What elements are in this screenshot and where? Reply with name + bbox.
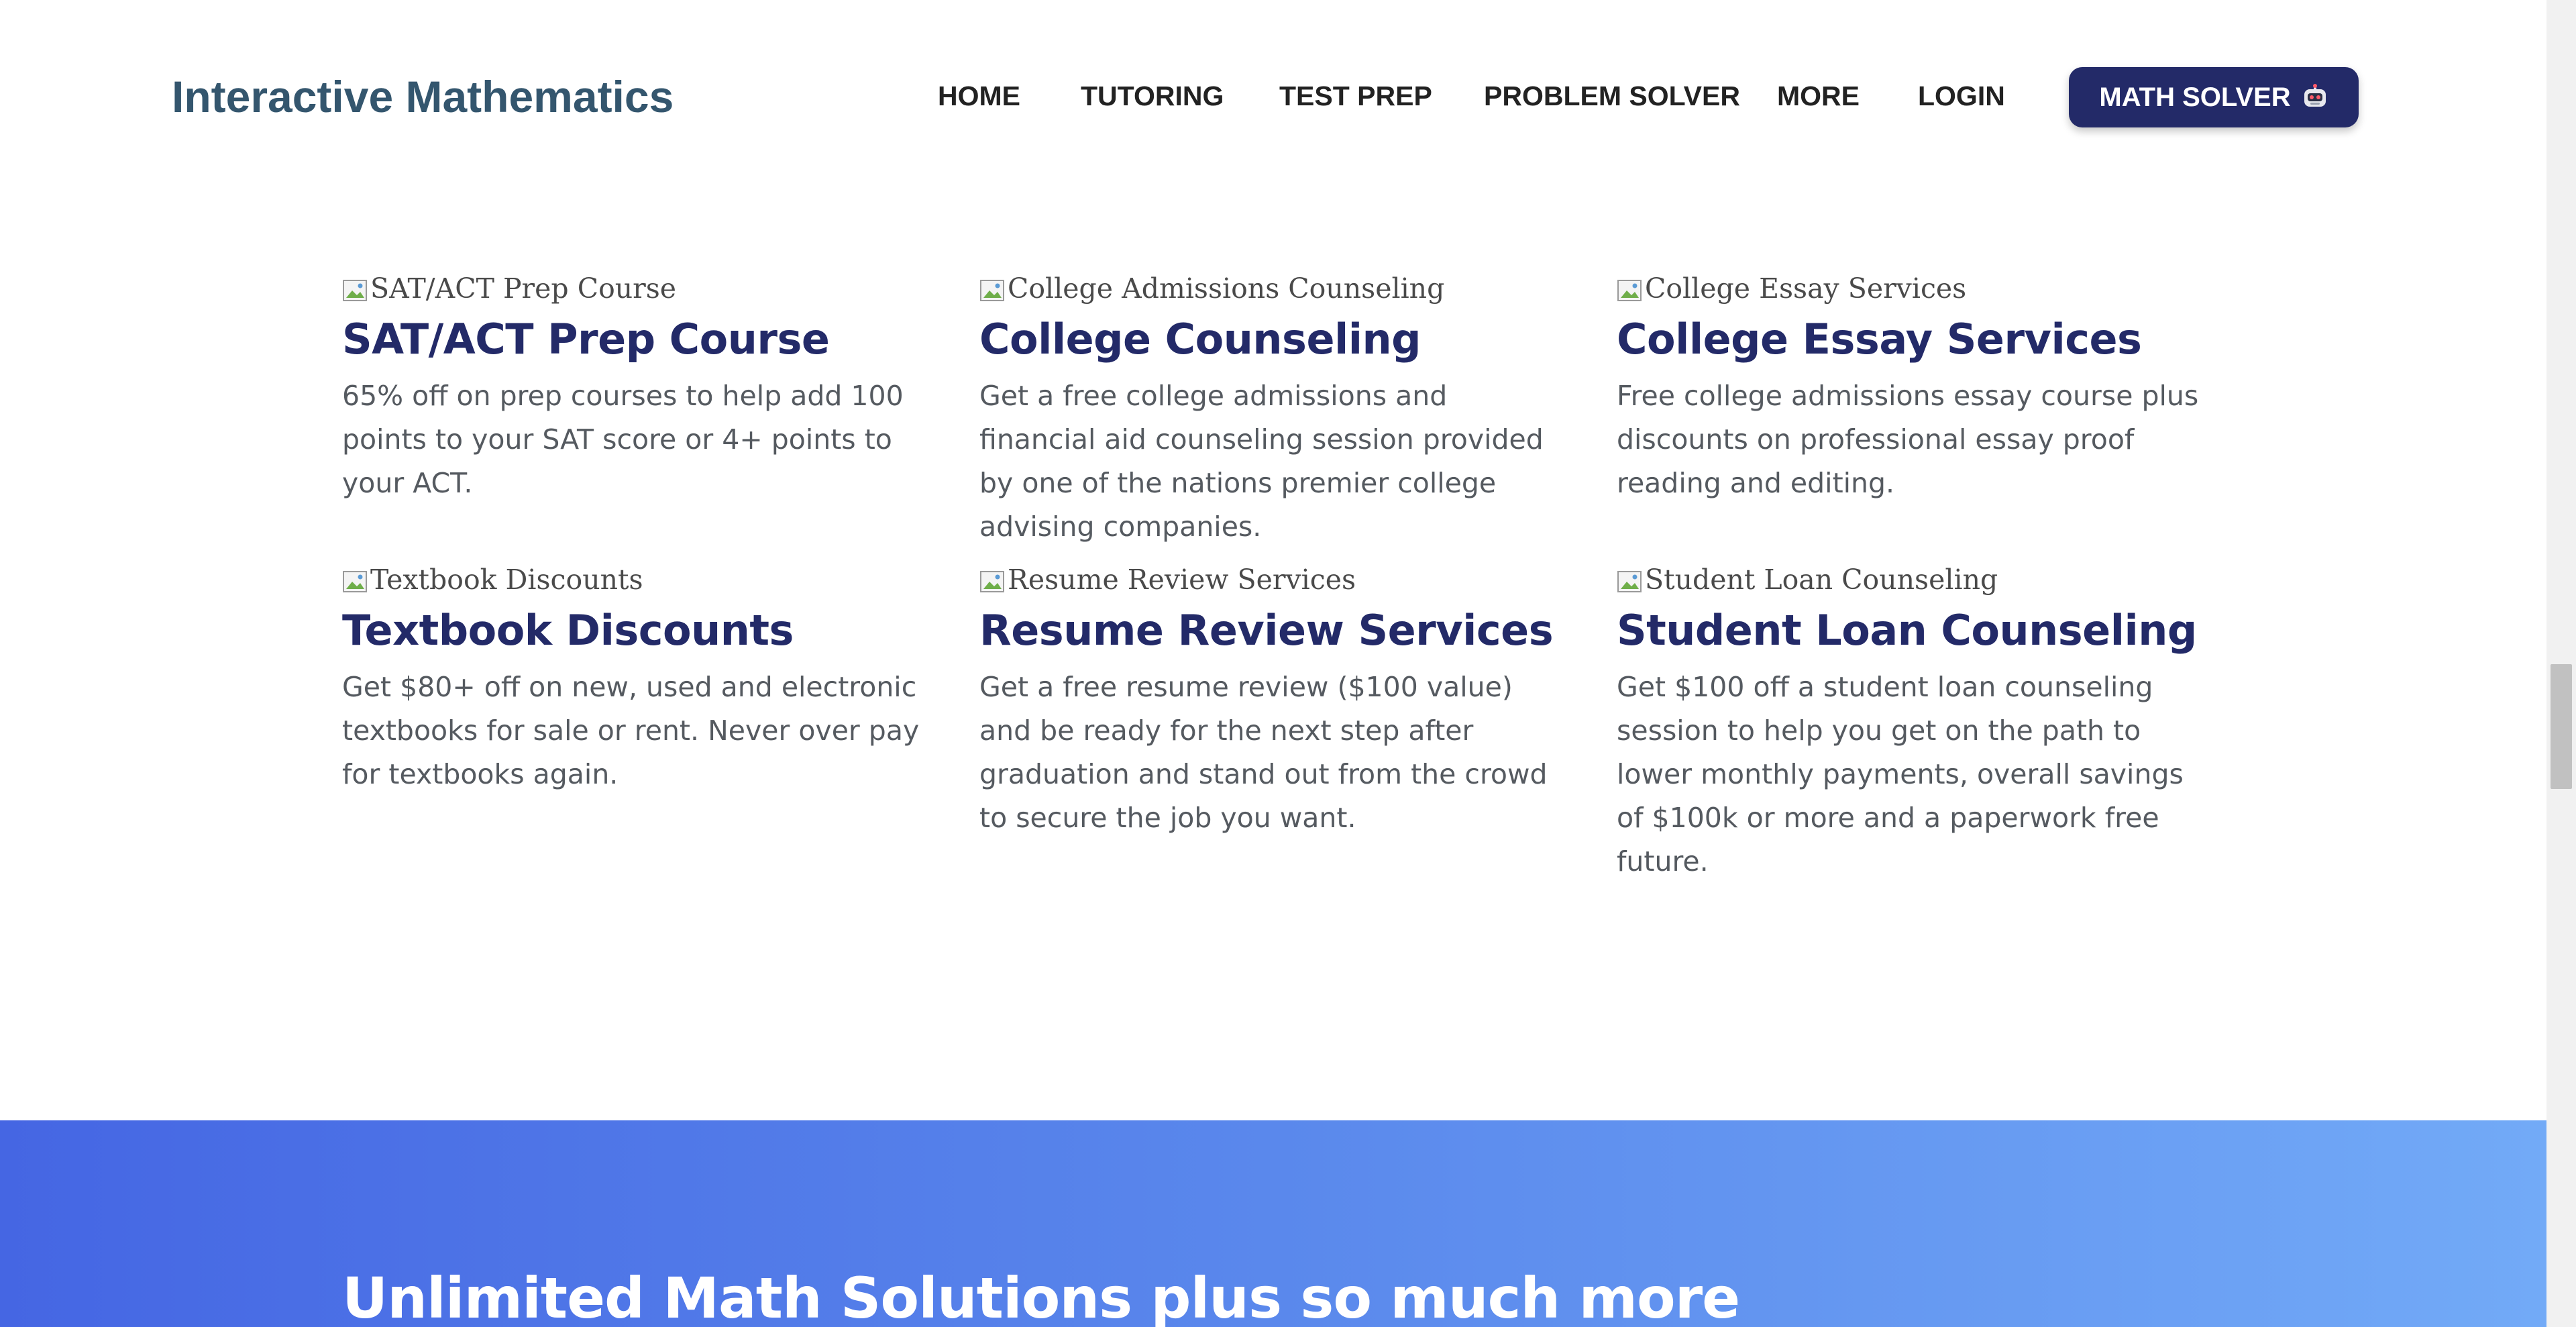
card-college-counseling: College Admissions Counseling College Co… (979, 271, 1570, 549)
card-textbook-discounts: Textbook Discounts Textbook Discounts Ge… (342, 562, 932, 796)
broken-image-icon (1617, 278, 1644, 305)
card-title[interactable]: Textbook Discounts (342, 605, 932, 656)
nav-home[interactable]: HOME (938, 81, 1020, 112)
nav-more[interactable]: MORE (1777, 81, 1860, 112)
card-image: Student Loan Counseling (1617, 562, 2207, 596)
card-description: Free college admissions essay course plu… (1617, 380, 2199, 499)
card-college-essay: College Essay Services College Essay Ser… (1617, 271, 2207, 505)
scrollbar-thumb[interactable] (2551, 664, 2572, 789)
nav-login[interactable]: LOGIN (1918, 81, 2005, 112)
card-description: Get $100 off a student loan counseling s… (1617, 671, 2184, 878)
card-title[interactable]: Student Loan Counseling (1617, 605, 2207, 656)
broken-image-icon (1617, 569, 1644, 596)
card-image: College Admissions Counseling (979, 271, 1570, 305)
card-image: Textbook Discounts (342, 562, 932, 596)
card-image: SAT/ACT Prep Course (342, 271, 932, 305)
card-image: Resume Review Services (979, 562, 1570, 596)
site-header: Interactive Mathematics HOME TUTORING TE… (0, 0, 2546, 195)
card-description: 65% off on prep courses to help add 100 … (342, 380, 904, 499)
math-solver-button[interactable]: MATH SOLVER (2069, 67, 2359, 127)
page-scrollbar[interactable] (2546, 0, 2576, 1327)
card-image: College Essay Services (1617, 271, 2207, 305)
math-solver-label: MATH SOLVER (2099, 82, 2291, 112)
card-title[interactable]: Resume Review Services (979, 605, 1570, 656)
image-alt-text: Textbook Discounts (370, 564, 643, 596)
broken-image-icon (979, 569, 1006, 596)
robot-icon (2302, 84, 2328, 111)
card-title[interactable]: SAT/ACT Prep Course (342, 314, 932, 365)
image-alt-text: SAT/ACT Prep Course (370, 272, 677, 305)
image-alt-text: Resume Review Services (1008, 564, 1356, 596)
promo-banner: Unlimited Math Solutions plus so much mo… (0, 1120, 2546, 1327)
card-title[interactable]: College Counseling (979, 314, 1570, 365)
nav-tutoring[interactable]: TUTORING (1081, 81, 1224, 112)
card-student-loan: Student Loan Counseling Student Loan Cou… (1617, 562, 2207, 884)
card-title[interactable]: College Essay Services (1617, 314, 2207, 365)
card-description: Get a free resume review ($100 value) an… (979, 671, 1548, 834)
card-description: Get $80+ off on new, used and electronic… (342, 671, 920, 790)
card-sat-act: SAT/ACT Prep Course SAT/ACT Prep Course … (342, 271, 932, 505)
nav-problem-solver[interactable]: PROBLEM SOLVER (1484, 81, 1740, 112)
card-description: Get a free college admissions and financ… (979, 380, 1544, 543)
image-alt-text: College Essay Services (1645, 272, 1967, 305)
site-logo[interactable]: Interactive Mathematics (172, 71, 674, 122)
broken-image-icon (342, 278, 369, 305)
banner-title: Unlimited Math Solutions plus so much mo… (342, 1265, 1740, 1327)
image-alt-text: College Admissions Counseling (1008, 272, 1445, 305)
broken-image-icon (979, 278, 1006, 305)
card-resume-review: Resume Review Services Resume Review Ser… (979, 562, 1570, 840)
image-alt-text: Student Loan Counseling (1645, 564, 1998, 596)
broken-image-icon (342, 569, 369, 596)
nav-test-prep[interactable]: TEST PREP (1279, 81, 1432, 112)
